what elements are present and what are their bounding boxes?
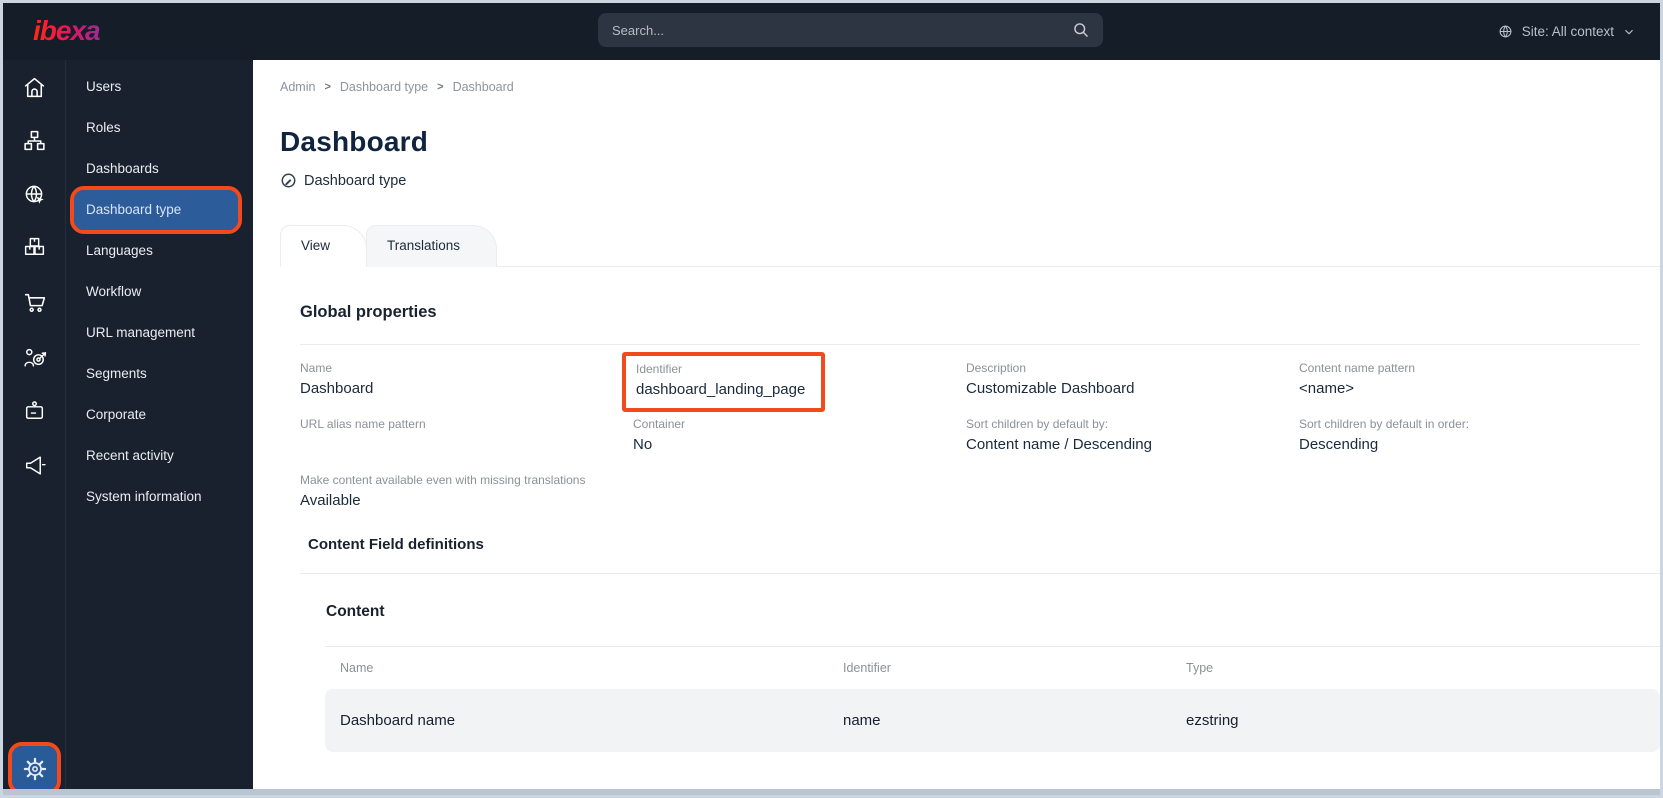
sidebar-item-languages[interactable]: Languages — [66, 231, 253, 271]
home-icon[interactable] — [22, 75, 47, 100]
breadcrumb-separator: > — [437, 81, 444, 93]
sidebar-item-dashboards[interactable]: Dashboards — [66, 149, 253, 189]
products-icon[interactable] — [22, 235, 47, 260]
sidebar-item-users[interactable]: Users — [66, 67, 253, 107]
globe-icon — [1499, 25, 1512, 38]
column-header-type: Type — [1186, 661, 1214, 675]
content-tree-icon[interactable] — [22, 128, 47, 153]
breadcrumb-dashboard-type[interactable]: Dashboard type — [340, 80, 428, 94]
field-definitions-heading: Content Field definitions — [308, 536, 484, 553]
column-header-name: Name — [340, 661, 374, 675]
search-icon[interactable] — [1071, 20, 1091, 40]
breadcrumb-separator: > — [324, 81, 331, 93]
content-type-icon — [281, 173, 296, 188]
sidebar-item-dashboard-type[interactable]: Dashboard type — [70, 186, 242, 234]
site-context-label: Site: All context — [1521, 24, 1614, 39]
chevron-down-icon — [1625, 29, 1633, 34]
page-title: Dashboard — [280, 126, 429, 157]
site-context-selector[interactable]: Site: All context — [1497, 3, 1636, 60]
sidebar-item-system-information[interactable]: System information — [66, 477, 253, 517]
search-input[interactable] — [598, 22, 1071, 38]
commerce-cart-icon[interactable] — [22, 290, 47, 315]
site-icon[interactable] — [22, 182, 47, 207]
content-type-subtitle: Dashboard type — [280, 172, 406, 189]
field-name: Name Dashboard — [300, 361, 374, 397]
personalization-icon[interactable] — [22, 345, 47, 370]
breadcrumb-dashboard[interactable]: Dashboard — [453, 80, 514, 94]
bottom-scrollbar[interactable] — [3, 789, 1660, 795]
sidebar-item-segments[interactable]: Segments — [66, 354, 253, 394]
tab-strip: View Translations — [280, 225, 1660, 267]
field-description: Description Customizable Dashboard — [966, 361, 1135, 397]
cell-field-type: ezstring — [1186, 712, 1239, 729]
tab-view[interactable]: View — [280, 225, 368, 267]
corporate-badge-icon[interactable] — [22, 399, 47, 424]
field-content-name-pattern: Content name pattern <name> — [1299, 361, 1416, 397]
sidebar-item-corporate[interactable]: Corporate — [66, 395, 253, 435]
section-divider — [300, 573, 1660, 574]
cell-field-identifier: name — [843, 712, 881, 729]
app-window: ibexa Site: All context — [0, 0, 1663, 798]
tab-translations[interactable]: Translations — [366, 225, 498, 267]
field-url-alias-pattern: URL alias name pattern — [300, 417, 426, 431]
global-search — [598, 13, 1103, 47]
marketing-megaphone-icon[interactable] — [22, 453, 47, 478]
section-divider — [325, 646, 1660, 647]
field-container: Container No — [633, 417, 686, 453]
icon-rail — [3, 60, 66, 795]
section-divider — [300, 344, 1640, 345]
column-header-identifier: Identifier — [843, 661, 891, 675]
field-missing-translations: Make content available even with missing… — [300, 473, 586, 509]
sidebar-item-workflow[interactable]: Workflow — [66, 272, 253, 312]
admin-menu-panel: Users Roles Dashboards Dashboard type La… — [66, 60, 253, 795]
field-identifier-highlighted: Identifier dashboard_landing_page — [622, 352, 826, 412]
main-content: Admin > Dashboard type > Dashboard Dashb… — [253, 60, 1660, 795]
field-sort-by: Sort children by default by: Content nam… — [966, 417, 1152, 453]
top-bar: ibexa Site: All context — [3, 3, 1660, 60]
field-sort-order: Sort children by default in order: Desce… — [1299, 417, 1470, 453]
breadcrumb-admin[interactable]: Admin — [280, 80, 315, 94]
cell-field-name: Dashboard name — [340, 712, 456, 729]
global-properties-heading: Global properties — [300, 303, 437, 321]
content-type-label: Dashboard type — [304, 172, 407, 189]
sidebar-item-url-management[interactable]: URL management — [66, 313, 253, 353]
breadcrumb: Admin > Dashboard type > Dashboard — [280, 80, 514, 94]
ibexa-logo[interactable]: ibexa — [33, 15, 101, 47]
sidebar-item-recent-activity[interactable]: Recent activity — [66, 436, 253, 476]
admin-settings-button[interactable] — [8, 742, 61, 795]
table-row[interactable]: Dashboard name name ezstring — [325, 689, 1660, 752]
settings-gear-icon — [23, 757, 46, 780]
sidebar-item-roles[interactable]: Roles — [66, 108, 253, 148]
table-header: Name Identifier Type — [325, 661, 1660, 675]
field-group-heading: Content — [326, 603, 385, 620]
